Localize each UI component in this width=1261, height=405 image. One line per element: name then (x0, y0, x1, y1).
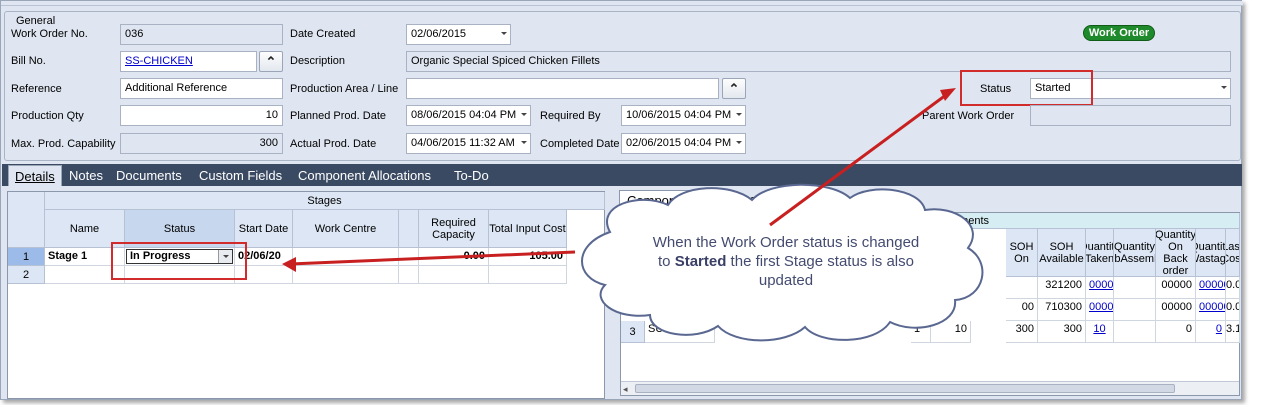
callout-text: When the Work Order status is changed to… (596, 220, 976, 312)
callout-line-2-pre: to (658, 253, 675, 270)
callout-line-2-post: the first Stage status is also (726, 253, 914, 270)
callout-line-1: When the Work Order status is changed (652, 234, 920, 251)
callout-line-2: to Started the first Stage status is als… (596, 252, 976, 271)
arrowhead-icon (282, 257, 296, 272)
arrow-to-stage-status (289, 250, 576, 266)
callout-line-3: updated (758, 272, 814, 289)
callout-bold-started: Started (674, 253, 727, 270)
annotation-overlay (282, 88, 984, 342)
